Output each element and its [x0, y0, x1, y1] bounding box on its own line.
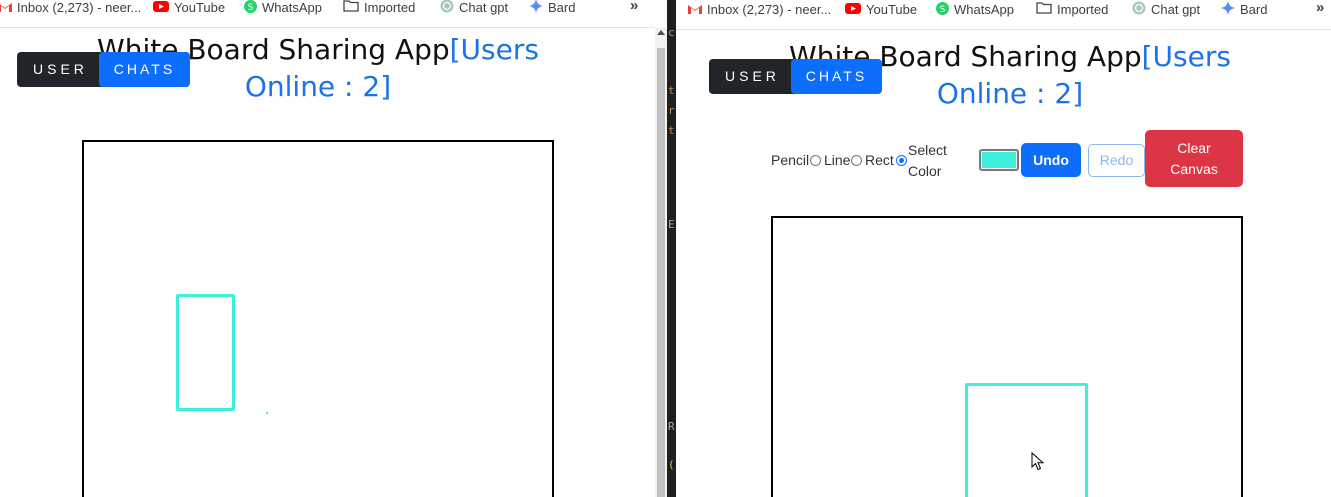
scrollbar[interactable]	[655, 28, 667, 497]
youtube-icon	[845, 2, 861, 18]
bookmark-label: YouTube	[866, 2, 918, 17]
tab-group: USER CHATS	[709, 59, 882, 94]
clear-label-line1: Clear	[1177, 140, 1211, 156]
drawn-rectangle	[965, 383, 1088, 497]
bookmark-label: Imported	[364, 0, 416, 15]
scroll-up-arrow-icon[interactable]	[657, 30, 665, 35]
rect-option[interactable]: Rect	[865, 152, 907, 168]
bookmark-chatgpt[interactable]: Chat gpt	[440, 0, 508, 17]
bookmark-label: Bard	[548, 0, 576, 15]
tab-chats[interactable]: CHATS	[99, 52, 190, 87]
line-radio[interactable]	[851, 154, 863, 166]
rect-label: Rect	[865, 152, 894, 168]
bookmarks-bar: Inbox (2,273) - neer... YouTube S WhatsA…	[0, 0, 655, 28]
bookmarks-bar: Inbox (2,273) - neer... YouTube S WhatsA…	[676, 0, 1331, 30]
bookmark-label: Inbox (2,273) - neer...	[17, 0, 142, 15]
gmail-icon	[0, 0, 12, 16]
bookmark-label: Imported	[1057, 2, 1109, 17]
more-bookmarks-icon[interactable]: »	[1316, 0, 1324, 16]
bookmark-gmail[interactable]: Inbox (2,273) - neer...	[688, 1, 831, 19]
bookmark-label: Chat gpt	[1151, 2, 1201, 17]
bookmark-whatsapp[interactable]: S WhatsApp	[936, 1, 1014, 19]
whiteboard-canvas[interactable]	[771, 216, 1243, 497]
window-divider: c t r t E R (	[667, 0, 676, 497]
bookmark-bard[interactable]: Bard	[529, 0, 575, 17]
drawn-rectangle	[176, 294, 235, 411]
svg-text:S: S	[940, 5, 946, 15]
whatsapp-icon: S	[936, 1, 949, 19]
bookmark-bard[interactable]: Bard	[1221, 1, 1267, 19]
users-online-count-line2: Online : 2]	[244, 70, 392, 103]
pencil-label: Pencil	[771, 152, 810, 168]
bookmark-label: Inbox (2,273) - neer...	[707, 2, 832, 17]
select-color-line1: Select	[908, 142, 947, 158]
users-online-count: [Users	[449, 33, 539, 66]
bookmark-gmail[interactable]: Inbox (2,273) - neer...	[0, 0, 141, 17]
more-bookmarks-icon[interactable]: »	[630, 0, 638, 14]
tab-group: USER CHATS	[17, 52, 190, 87]
bookmark-label: Chat gpt	[459, 0, 509, 15]
svg-text:S: S	[248, 3, 254, 13]
left-browser-window: Inbox (2,273) - neer... YouTube S WhatsA…	[0, 0, 655, 497]
users-online-count-line2: Online : 2]	[936, 77, 1084, 110]
color-swatch-fill	[982, 152, 1016, 168]
drawn-dot	[266, 412, 268, 414]
bookmark-imported[interactable]: Imported	[343, 0, 415, 17]
mouse-cursor-icon	[1031, 452, 1045, 471]
bookmark-label: WhatsApp	[954, 2, 1014, 17]
chatgpt-icon	[1132, 1, 1146, 19]
users-online-count: [Users	[1141, 40, 1231, 73]
bookmark-label: YouTube	[174, 0, 226, 15]
bookmark-youtube[interactable]: YouTube	[153, 0, 225, 17]
tab-user[interactable]: USER	[709, 59, 799, 94]
right-browser-window: Inbox (2,273) - neer... YouTube S WhatsA…	[676, 0, 1331, 497]
folder-icon	[1036, 2, 1052, 18]
bookmark-label: Bard	[1240, 2, 1268, 17]
bookmark-label: WhatsApp	[262, 0, 322, 15]
tab-user[interactable]: USER	[17, 52, 107, 87]
pencil-radio[interactable]	[810, 154, 822, 166]
folder-icon	[343, 0, 359, 16]
tab-chats[interactable]: CHATS	[791, 59, 882, 94]
bookmark-youtube[interactable]: YouTube	[845, 1, 917, 19]
chatgpt-icon	[440, 0, 454, 17]
clear-canvas-button[interactable]: Clear Canvas	[1145, 130, 1243, 187]
select-color-label: Select Color	[908, 140, 947, 182]
scrollbar-thumb[interactable]	[657, 48, 665, 497]
line-option[interactable]: Line	[824, 152, 863, 168]
bookmark-imported[interactable]: Imported	[1036, 1, 1108, 19]
bard-icon	[529, 0, 543, 17]
whatsapp-icon: S	[244, 0, 257, 17]
line-label: Line	[824, 152, 851, 168]
rect-radio[interactable]	[895, 154, 907, 166]
color-picker[interactable]	[979, 149, 1019, 171]
youtube-icon	[153, 0, 169, 16]
bard-icon	[1221, 1, 1235, 19]
bookmark-chatgpt[interactable]: Chat gpt	[1132, 1, 1200, 19]
gmail-icon	[688, 2, 702, 18]
pencil-option[interactable]: Pencil	[771, 152, 822, 168]
whiteboard-canvas[interactable]	[82, 140, 554, 497]
redo-button[interactable]: Redo	[1088, 144, 1145, 177]
bookmark-whatsapp[interactable]: S WhatsApp	[244, 0, 322, 17]
clear-label-line2: Canvas	[1170, 161, 1218, 177]
undo-button[interactable]: Undo	[1021, 143, 1081, 177]
select-color-line2: Color	[908, 163, 942, 179]
